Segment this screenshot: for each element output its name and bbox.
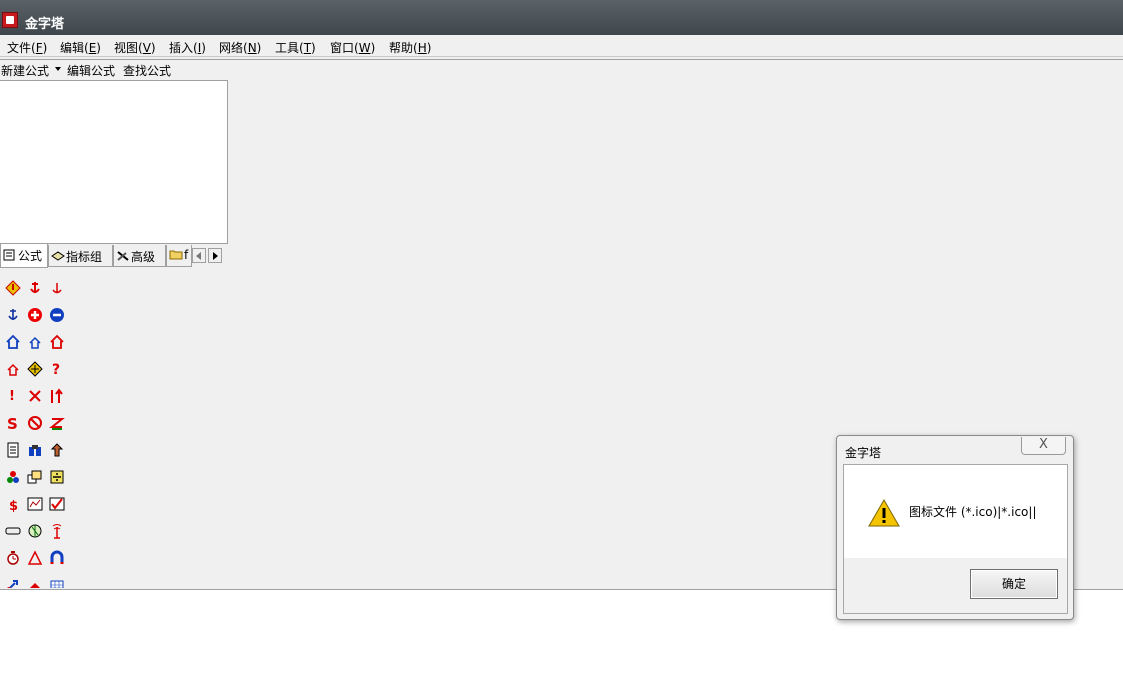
magnet-icon[interactable] — [49, 550, 65, 566]
dialog-title: 金字塔 — [845, 446, 882, 460]
warning-icon — [868, 499, 900, 527]
tab-scroll-right-button[interactable] — [208, 248, 222, 263]
formula-tree-panel[interactable] — [0, 80, 228, 244]
menu-bar: 文件(F) 编辑(E) 视图(V) 插入(I) 网络(N) 工具(T) 窗口(W… — [0, 35, 1123, 57]
menu-tools[interactable]: 工具(T) — [275, 39, 316, 56]
red-anchor-small-icon[interactable] — [49, 280, 65, 296]
svg-text:$: $ — [9, 499, 18, 512]
window-title: 金字塔 — [25, 17, 65, 32]
dialog-message: 图标文件 (*.ico)|*.ico|| — [909, 505, 1037, 519]
stack-icon — [51, 251, 65, 261]
question-red-icon[interactable]: ? — [49, 361, 65, 377]
menu-network[interactable]: 网络(N) — [219, 39, 261, 56]
menu-edit[interactable]: 编辑(E) — [60, 39, 101, 56]
svg-text:?: ? — [52, 362, 60, 377]
find-formula-button[interactable]: 查找公式 — [123, 62, 171, 79]
tab-scroll-left-button[interactable] — [192, 248, 206, 263]
z-arrow-icon[interactable] — [49, 415, 65, 431]
tab-formula[interactable]: 公式 — [0, 244, 48, 268]
panel-tabs: 公式 指标组 高级 f — [0, 244, 228, 268]
page-list-icon[interactable] — [5, 442, 21, 458]
title-bar: 金字塔 — [0, 0, 1123, 35]
house-arrow-icon[interactable] — [49, 442, 65, 458]
edit-formula-button[interactable]: 编辑公式 — [67, 62, 115, 79]
folder-icon — [169, 250, 183, 260]
binoculars-icon[interactable] — [27, 442, 43, 458]
stacked-windows-icon[interactable] — [27, 469, 43, 485]
close-icon[interactable]: X — [1021, 437, 1066, 455]
cross-red-icon[interactable] — [27, 388, 43, 404]
s-letter-icon[interactable]: S — [5, 415, 21, 431]
dollar-icon[interactable]: $ — [5, 496, 21, 512]
bar-arrow-up-icon[interactable] — [49, 388, 65, 404]
blue-anchor-icon[interactable] — [5, 307, 21, 323]
svg-text:!: ! — [9, 389, 15, 404]
triangle-icon[interactable] — [27, 550, 43, 566]
formula-icon-grid: ?! S $ — [0, 276, 228, 588]
menu-window[interactable]: 窗口(W) — [330, 39, 375, 56]
menu-file[interactable]: 文件(F) — [7, 39, 47, 56]
split-box-icon[interactable] — [49, 469, 65, 485]
clock-icon[interactable] — [5, 550, 21, 566]
exclamation-red-icon[interactable]: ! — [5, 388, 21, 404]
menu-insert[interactable]: 插入(I) — [169, 39, 206, 56]
tab-indicator-group[interactable]: 指标组 — [48, 245, 113, 267]
red-shape-icon[interactable] — [27, 577, 43, 588]
chart-frame-icon[interactable] — [27, 496, 43, 512]
home-blue-small-icon[interactable] — [27, 334, 43, 350]
svg-text:S: S — [7, 415, 18, 431]
home-red-small-icon[interactable] — [5, 361, 21, 377]
red-diamond-icon[interactable] — [5, 280, 21, 296]
message-dialog: 金字塔 X 图标文件 (*.ico)|*.ico|| 确定 — [836, 435, 1074, 620]
grid-icon[interactable] — [49, 577, 65, 588]
color-balls-icon[interactable] — [5, 469, 21, 485]
tab-folder[interactable]: f — [166, 245, 192, 267]
menu-view[interactable]: 视图(V) — [114, 39, 156, 56]
no-entry-icon[interactable] — [27, 415, 43, 431]
new-formula-button[interactable]: 新建公式 — [1, 62, 49, 79]
bar-shape-icon[interactable] — [5, 523, 21, 539]
compass-diamond-icon[interactable] — [27, 361, 43, 377]
home-red-icon[interactable] — [49, 334, 65, 350]
dialog-body: 图标文件 (*.ico)|*.ico|| 确定 — [843, 464, 1068, 614]
tools-icon — [117, 251, 129, 261]
chevron-down-icon[interactable] — [55, 67, 61, 71]
ok-button[interactable]: 确定 — [970, 569, 1058, 599]
checkmark-chart-icon[interactable] — [49, 496, 65, 512]
dialog-message-area: 图标文件 (*.ico)|*.ico|| — [844, 465, 1067, 558]
red-anchor-icon[interactable] — [27, 280, 43, 296]
minus-circle-icon[interactable] — [49, 307, 65, 323]
arrow-icon[interactable] — [5, 577, 21, 588]
menu-help[interactable]: 帮助(H) — [389, 39, 431, 56]
document-icon — [3, 249, 15, 261]
app-icon[interactable] — [2, 12, 18, 28]
tab-advanced[interactable]: 高级 — [113, 245, 166, 267]
antenna-icon[interactable] — [49, 523, 65, 539]
formula-toolbar: 新建公式 编辑公式 查找公式 — [0, 60, 1123, 80]
home-blue-icon[interactable] — [5, 334, 21, 350]
globe-icon[interactable] — [27, 523, 43, 539]
plus-circle-icon[interactable] — [27, 307, 43, 323]
